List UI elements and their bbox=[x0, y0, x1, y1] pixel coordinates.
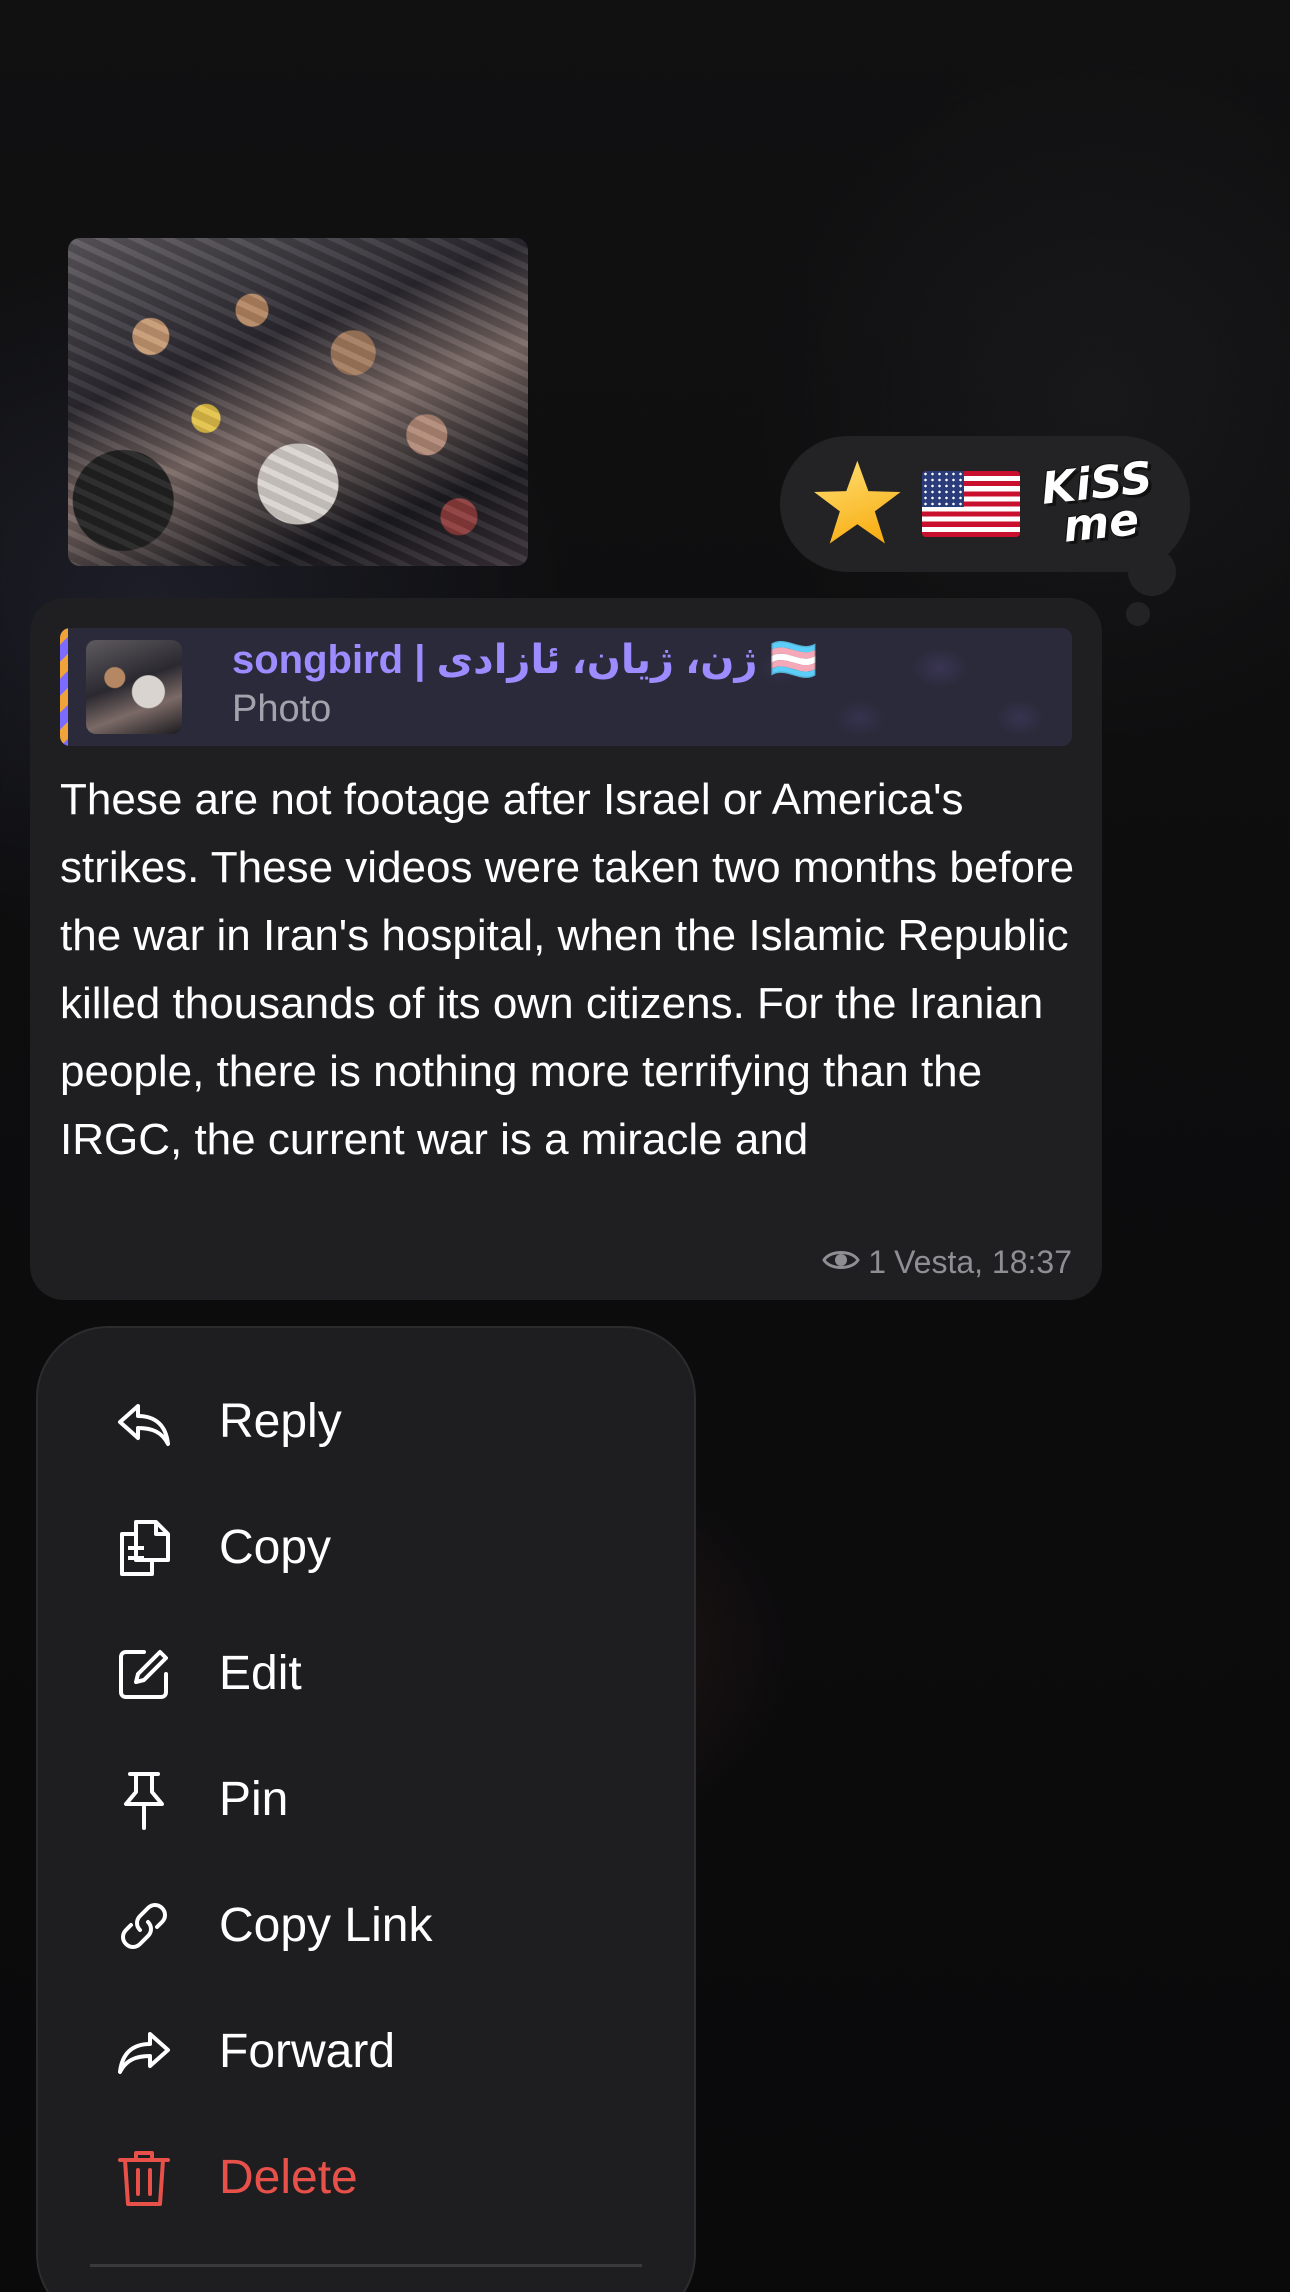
reaction-picker: KiSS me bbox=[780, 436, 1190, 626]
star-emoji-reaction[interactable] bbox=[811, 458, 903, 550]
link-icon bbox=[116, 1898, 172, 1954]
menu-item-reply[interactable]: Reply bbox=[38, 1328, 694, 1454]
eye-icon bbox=[822, 1244, 861, 1281]
menu-divider bbox=[90, 2264, 642, 2267]
menu-item-pin[interactable]: Pin bbox=[38, 1706, 694, 1832]
menu-item-label: Copy bbox=[219, 1521, 332, 1574]
menu-item-delete[interactable]: Delete bbox=[38, 2084, 694, 2210]
copy-icon bbox=[116, 1520, 172, 1576]
kiss-me-sticker: KiSS me bbox=[1038, 452, 1155, 553]
reply-thumbnail bbox=[86, 640, 182, 734]
trash-icon bbox=[116, 2150, 172, 2206]
message-meta: 1 Vesta, 18:37 bbox=[822, 1244, 1072, 1281]
pin-icon bbox=[116, 1772, 172, 1830]
menu-item-label: Copy Link bbox=[219, 1899, 433, 1952]
forward-icon bbox=[116, 2024, 172, 2080]
menu-item-label: Forward bbox=[219, 2025, 396, 2078]
us-flag-reaction[interactable] bbox=[921, 471, 1020, 537]
reply-type: Photo bbox=[232, 688, 332, 730]
menu-item-label: Delete bbox=[219, 2151, 358, 2204]
reply-accent-bar bbox=[60, 628, 68, 746]
reply-icon bbox=[116, 1396, 172, 1452]
photo-attachment[interactable] bbox=[68, 238, 528, 566]
message-bubble[interactable]: songbird | ژن، ژیان، ئازادی 🏳️‍⚧️ Photo … bbox=[30, 598, 1102, 1300]
star-icon bbox=[814, 460, 901, 544]
message-time: Vesta, 18:37 bbox=[894, 1244, 1072, 1280]
reply-quote[interactable]: songbird | ژن، ژیان، ئازادی 🏳️‍⚧️ Photo bbox=[60, 628, 1072, 746]
context-menu: Reply Copy Edit Pin Copy Link Forward De… bbox=[36, 1326, 696, 2292]
edit-icon bbox=[116, 1646, 172, 1702]
reply-author: songbird | ژن، ژیان، ئازادی 🏳️‍⚧️ bbox=[232, 638, 819, 682]
menu-item-forward[interactable]: Forward bbox=[38, 1958, 694, 2084]
menu-item-copy[interactable]: Copy bbox=[38, 1454, 694, 1580]
message-text: These are not footage after Israel or Am… bbox=[60, 775, 1075, 1164]
view-count: 1 bbox=[868, 1244, 887, 1280]
menu-item-copy-link[interactable]: Copy Link bbox=[38, 1832, 694, 1958]
menu-item-edit[interactable]: Edit bbox=[38, 1580, 694, 1706]
us-flag-icon bbox=[921, 471, 1020, 537]
menu-item-label: Reply bbox=[219, 1395, 342, 1448]
kiss-me-sticker-reaction[interactable]: KiSS me bbox=[1039, 452, 1159, 552]
menu-item-label: Pin bbox=[219, 1773, 289, 1826]
menu-item-label: Edit bbox=[219, 1647, 302, 1700]
